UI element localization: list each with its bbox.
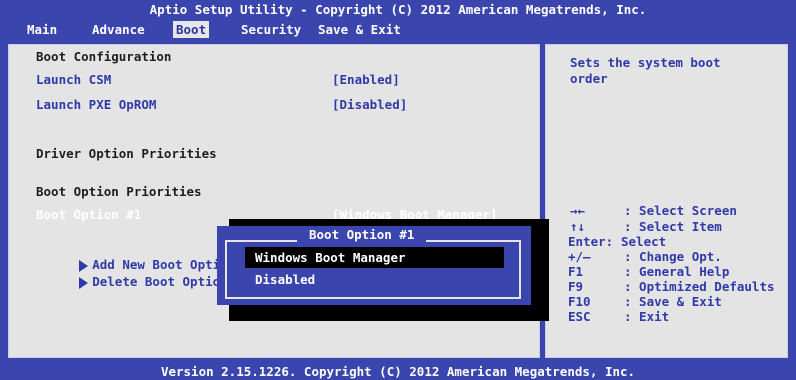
key-f10-desc: : Save & Exit bbox=[624, 294, 722, 309]
tab-save-exit[interactable]: Save & Exit bbox=[315, 21, 404, 38]
popup-title: Boot Option #1 bbox=[297, 227, 427, 242]
key-f10: F10 bbox=[568, 294, 591, 309]
boot-option-popup: Boot Option #1 Windows Boot Manager Disa… bbox=[217, 226, 531, 305]
delete-boot-option-label: Delete Boot Option bbox=[92, 274, 228, 289]
help-panel: Sets the system boot order →← : Select S… bbox=[545, 44, 788, 358]
bios-screen: Aptio Setup Utility - Copyright (C) 2012… bbox=[0, 0, 796, 380]
boot-option-1-label[interactable]: Boot Option #1 bbox=[36, 207, 141, 222]
key-select-item: ↑↓ bbox=[570, 219, 586, 234]
section-boot-configuration: Boot Configuration bbox=[36, 49, 172, 64]
tab-main[interactable]: Main bbox=[24, 21, 60, 38]
tab-security[interactable]: Security bbox=[238, 21, 304, 38]
key-f1-desc: : General Help bbox=[624, 264, 730, 279]
key-change-opt: +/— bbox=[568, 249, 591, 264]
key-select-screen-desc: : Select Screen bbox=[624, 203, 737, 218]
tab-boot[interactable]: Boot bbox=[173, 21, 210, 38]
version-text: Version 2.15.1226. Copyright (C) 2012 Am… bbox=[160, 364, 636, 379]
launch-csm-value[interactable]: [Enabled] bbox=[332, 72, 400, 87]
title-bar: Aptio Setup Utility - Copyright (C) 2012… bbox=[0, 0, 796, 38]
bios-title: Aptio Setup Utility - Copyright (C) 2012… bbox=[149, 2, 647, 17]
key-f9-desc: : Optimized Defaults bbox=[624, 279, 775, 294]
section-boot-option-priorities: Boot Option Priorities bbox=[36, 184, 202, 199]
footer-bar: Version 2.15.1226. Copyright (C) 2012 Am… bbox=[0, 363, 796, 380]
tab-advance[interactable]: Advance bbox=[89, 21, 148, 38]
section-driver-option-priorities: Driver Option Priorities bbox=[36, 146, 217, 161]
help-description-line1: Sets the system boot bbox=[570, 55, 721, 70]
launch-csm-label[interactable]: Launch CSM bbox=[36, 72, 111, 87]
submenu-arrow-icon bbox=[79, 276, 89, 289]
launch-pxe-label[interactable]: Launch PXE OpROM bbox=[36, 97, 156, 112]
key-esc: ESC bbox=[568, 309, 591, 324]
key-f1: F1 bbox=[568, 264, 584, 279]
popup-option-windows-boot-manager[interactable]: Windows Boot Manager bbox=[245, 247, 504, 268]
key-select-screen: →← bbox=[570, 203, 586, 218]
popup-option-disabled[interactable]: Disabled bbox=[255, 272, 315, 287]
help-description-line2: order bbox=[570, 71, 608, 86]
key-enter: Enter: bbox=[568, 234, 614, 249]
key-select-item-desc: : Select Item bbox=[624, 219, 722, 234]
key-enter-desc: Select bbox=[621, 234, 667, 249]
delete-boot-option[interactable]: Delete Boot Option bbox=[19, 259, 228, 304]
launch-pxe-value[interactable]: [Disabled] bbox=[332, 97, 407, 112]
key-f9: F9 bbox=[568, 279, 584, 294]
key-esc-desc: : Exit bbox=[624, 309, 670, 324]
key-change-opt-desc: : Change Opt. bbox=[624, 249, 722, 264]
